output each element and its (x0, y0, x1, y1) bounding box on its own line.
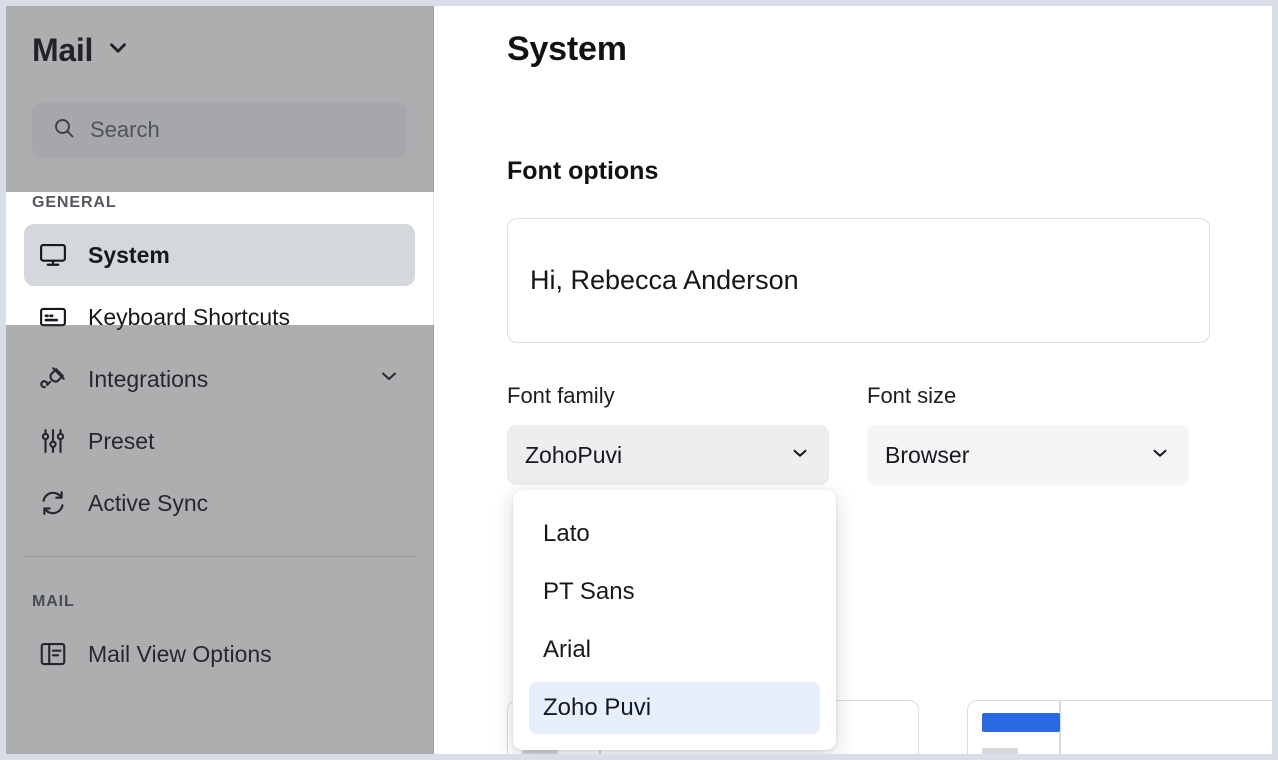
sidebar-nav: GENERAL System Keyboard Shortcuts (6, 194, 433, 685)
sidebar-item-label: Active Sync (88, 490, 401, 517)
sidebar-divider (24, 556, 415, 557)
font-preview-text: Hi, Rebecca Anderson (530, 265, 799, 296)
sidebar-item-label: Preset (88, 428, 401, 455)
theme-card-blue-accent[interactable] (967, 700, 1272, 754)
plug-icon (38, 364, 68, 394)
search-icon (52, 116, 76, 145)
brand-switcher[interactable]: Mail (32, 28, 407, 72)
sidebar-header: Mail (6, 6, 433, 72)
theme-accent-block (982, 713, 1060, 732)
sidebar-item-keyboard-shortcuts[interactable]: Keyboard Shortcuts (24, 286, 415, 348)
sidebar-item-label: Keyboard Shortcuts (88, 304, 401, 331)
font-fields-row: Font family ZohoPuvi Font size Browser (507, 383, 1210, 485)
dropdown-option-label: Arial (543, 636, 591, 664)
dropdown-option-arial[interactable]: Arial (529, 624, 820, 676)
sidebar-item-active-sync[interactable]: Active Sync (24, 472, 415, 534)
chevron-down-icon[interactable] (789, 442, 811, 469)
font-size-field: Font size Browser (867, 383, 1189, 485)
page-title: System (507, 30, 1210, 69)
sidebar: Mail GENERAL (6, 6, 434, 754)
dropdown-option-label: PT Sans (543, 578, 635, 606)
font-family-select[interactable]: ZohoPuvi (507, 425, 829, 485)
dropdown-option-label: Lato (543, 520, 590, 548)
sidebar-item-label: System (88, 242, 401, 269)
theme-card-preview-left (968, 701, 1060, 754)
font-size-value: Browser (885, 442, 1149, 469)
section-title-font-options: Font options (507, 157, 1210, 186)
sidebar-item-label: Integrations (88, 366, 357, 393)
font-size-select[interactable]: Browser (867, 425, 1189, 485)
font-size-label: Font size (867, 383, 1189, 409)
dropdown-option-zoho-puvi[interactable]: Zoho Puvi (529, 682, 820, 734)
app-window: Mail GENERAL (6, 6, 1272, 754)
window-bottom-edge (0, 754, 1278, 760)
search-input[interactable] (90, 117, 387, 143)
font-family-field: Font family ZohoPuvi (507, 383, 829, 485)
sidebar-item-preset[interactable]: Preset (24, 410, 415, 472)
dropdown-option-pt-sans[interactable]: PT Sans (529, 566, 820, 618)
sync-icon (38, 488, 68, 518)
font-preview-box: Hi, Rebecca Anderson (507, 218, 1210, 343)
layout-panel-icon (38, 639, 68, 669)
theme-card-preview-right (1061, 701, 1272, 754)
sidebar-item-mail-view-options[interactable]: Mail View Options (24, 623, 415, 685)
chevron-down-icon[interactable] (1149, 442, 1171, 469)
sidebar-item-integrations[interactable]: Integrations (24, 348, 415, 410)
dropdown-option-label: Zoho Puvi (543, 694, 651, 722)
font-family-label: Font family (507, 383, 829, 409)
sidebar-item-system[interactable]: System (24, 224, 415, 286)
nav-group-label-general: GENERAL (6, 194, 433, 212)
monitor-icon (38, 240, 68, 270)
search-container (6, 102, 433, 158)
dropdown-option-lato[interactable]: Lato (529, 508, 820, 560)
sidebar-item-label: Mail View Options (88, 641, 401, 668)
nav-group-label-mail: MAIL (6, 593, 433, 611)
app-root: Mail GENERAL (0, 0, 1278, 760)
font-family-value: ZohoPuvi (525, 442, 789, 469)
search-box[interactable] (32, 102, 407, 158)
brand-title: Mail (32, 32, 93, 69)
sliders-icon (38, 426, 68, 456)
chevron-down-icon[interactable] (105, 35, 131, 66)
chevron-down-icon[interactable] (377, 364, 401, 394)
keyboard-icon (38, 302, 68, 332)
font-family-dropdown[interactable]: Lato PT Sans Arial Zoho Puvi (513, 490, 836, 750)
